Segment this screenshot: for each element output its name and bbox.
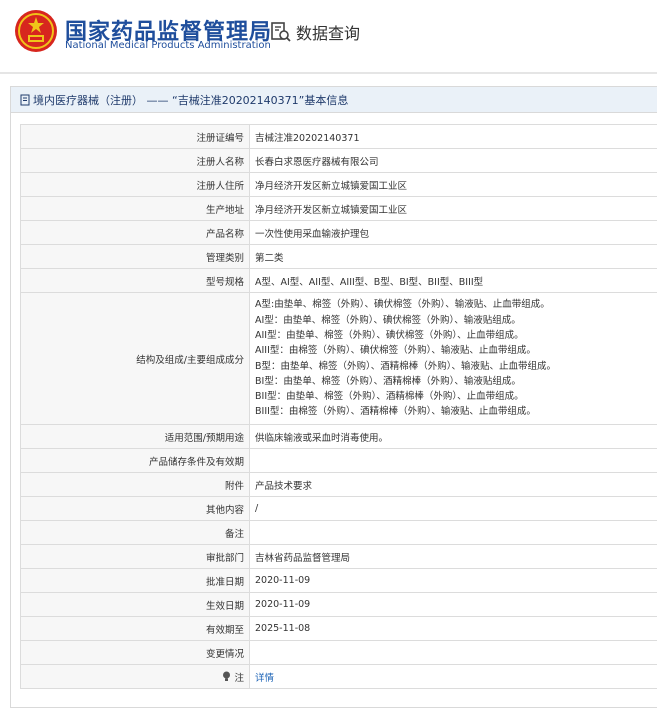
national-emblem-icon — [14, 9, 58, 53]
structure-line: B型：由垫单、棉签（外购）、酒精棉棒（外购）、输液贴、止血带组成。 — [255, 359, 657, 374]
field-label: 注册证编号 — [21, 125, 250, 149]
field-value: 产品技术要求 — [250, 473, 657, 497]
structure-value: A型:由垫单、棉签（外购）、碘伏棉签（外购）、输液贴、止血带组成。 AI型：由垫… — [250, 293, 657, 425]
field-value: 2025-11-08 — [250, 617, 657, 641]
field-value: A型、AI型、AII型、AIII型、B型、BI型、BII型、BIII型 — [250, 269, 657, 293]
field-label: 结构及组成/主要组成成分 — [21, 293, 250, 425]
field-value: 2020-11-09 — [250, 569, 657, 593]
table-row: 产品名称 一次性使用采血输液护理包 — [21, 221, 657, 245]
field-value — [250, 641, 657, 665]
field-label: 产品名称 — [21, 221, 250, 245]
note-label: 注 — [234, 673, 244, 684]
table-row: 生效日期 2020-11-09 — [21, 593, 657, 617]
field-label: 有效期至 — [21, 617, 250, 641]
field-label: 备注 — [21, 521, 250, 545]
details-link[interactable]: 详情 — [255, 673, 274, 684]
field-value: 吉械注准20202140371 — [250, 125, 657, 149]
org-name-en: National Medical Products Administration — [65, 40, 271, 51]
data-query-link[interactable]: 数据查询 — [270, 20, 360, 44]
table-row: 结构及组成/主要组成成分 A型:由垫单、棉签（外购）、碘伏棉签（外购）、输液贴、… — [21, 293, 657, 425]
breadcrumb: 境内医疗器械（注册） —— “吉械注准20202140371”基本信息 — [11, 87, 657, 113]
field-value: 吉林省药品监督管理局 — [250, 545, 657, 569]
table-row: 管理类别 第二类 — [21, 245, 657, 269]
field-label: 审批部门 — [21, 545, 250, 569]
table-row: 审批部门 吉林省药品监督管理局 — [21, 545, 657, 569]
note-label-cell: 注 — [21, 665, 250, 689]
field-label: 注册人住所 — [21, 173, 250, 197]
lightbulb-icon — [222, 671, 231, 682]
field-label: 产品储存条件及有效期 — [21, 449, 250, 473]
field-label: 生效日期 — [21, 593, 250, 617]
site-header: 国家药品监督管理局 National Medical Products Admi… — [0, 0, 657, 74]
table-row: 有效期至 2025-11-08 — [21, 617, 657, 641]
field-value: / — [250, 497, 657, 521]
header-divider — [0, 72, 657, 74]
document-icon — [19, 94, 31, 106]
data-query-label: 数据查询 — [296, 20, 360, 44]
table-row: 批准日期 2020-11-09 — [21, 569, 657, 593]
field-label: 变更情况 — [21, 641, 250, 665]
field-label: 批准日期 — [21, 569, 250, 593]
table-row: 其他内容 / — [21, 497, 657, 521]
table-row: 产品储存条件及有效期 — [21, 449, 657, 473]
table-row: 注册人住所 净月经济开发区新立城镇爱国工业区 — [21, 173, 657, 197]
field-label: 型号规格 — [21, 269, 250, 293]
field-value: 2020-11-09 — [250, 593, 657, 617]
structure-line: AI型：由垫单、棉签（外购）、碘伏棉签（外购）、输液贴组成。 — [255, 313, 657, 328]
structure-line: BII型：由垫单、棉签（外购）、酒精棉棒（外购）、止血带组成。 — [255, 389, 657, 404]
table-row: 注册证编号 吉械注准20202140371 — [21, 125, 657, 149]
table-row: 适用范围/预期用途 供临床输液或采血时消毒使用。 — [21, 425, 657, 449]
field-value: 净月经济开发区新立城镇爱国工业区 — [250, 173, 657, 197]
structure-line: AIII型：由棉签（外购）、碘伏棉签（外购）、输液贴、止血带组成。 — [255, 343, 657, 358]
structure-line: BIII型：由棉签（外购）、酒精棉棒（外购）、输液贴、止血带组成。 — [255, 404, 657, 419]
field-label: 适用范围/预期用途 — [21, 425, 250, 449]
field-label: 附件 — [21, 473, 250, 497]
field-value: 供临床输液或采血时消毒使用。 — [250, 425, 657, 449]
field-value: 第二类 — [250, 245, 657, 269]
table-row: 注册人名称 长春白求恩医疗器械有限公司 — [21, 149, 657, 173]
note-value: 详情 — [250, 665, 657, 689]
field-value — [250, 449, 657, 473]
document-search-icon — [270, 21, 292, 43]
detail-panel: 境内医疗器械（注册） —— “吉械注准20202140371”基本信息 注册证编… — [10, 86, 657, 708]
field-label: 生产地址 — [21, 197, 250, 221]
field-label: 注册人名称 — [21, 149, 250, 173]
structure-line: A型:由垫单、棉签（外购）、碘伏棉签（外购）、输液贴、止血带组成。 — [255, 297, 657, 312]
field-value: 净月经济开发区新立城镇爱国工业区 — [250, 197, 657, 221]
structure-line: BI型：由垫单、棉签（外购）、酒精棉棒（外购）、输液贴组成。 — [255, 374, 657, 389]
field-value — [250, 521, 657, 545]
structure-line: AII型：由垫单、棉签（外购）、碘伏棉签（外购）、止血带组成。 — [255, 328, 657, 343]
table-row: 变更情况 — [21, 641, 657, 665]
table-row: 备注 — [21, 521, 657, 545]
table-row: 注 详情 — [21, 665, 657, 689]
detail-table: 注册证编号 吉械注准20202140371 注册人名称 长春白求恩医疗器械有限公… — [20, 124, 657, 689]
breadcrumb-text: 境内医疗器械（注册） —— “吉械注准20202140371”基本信息 — [33, 92, 348, 108]
table-row: 生产地址 净月经济开发区新立城镇爱国工业区 — [21, 197, 657, 221]
table-row: 附件 产品技术要求 — [21, 473, 657, 497]
field-label: 其他内容 — [21, 497, 250, 521]
field-label: 管理类别 — [21, 245, 250, 269]
table-row: 型号规格 A型、AI型、AII型、AIII型、B型、BI型、BII型、BIII型 — [21, 269, 657, 293]
field-value: 一次性使用采血输液护理包 — [250, 221, 657, 245]
field-value: 长春白求恩医疗器械有限公司 — [250, 149, 657, 173]
